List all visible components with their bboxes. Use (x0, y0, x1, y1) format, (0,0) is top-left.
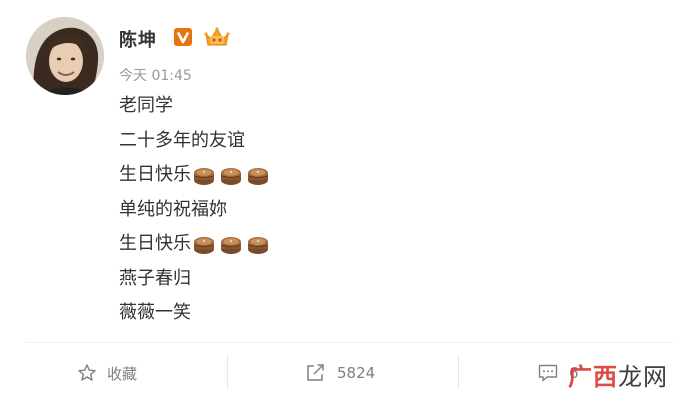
avatar[interactable] (26, 17, 104, 95)
cake-emoji-icon (219, 232, 243, 256)
post-line: 燕子春归 (119, 267, 270, 302)
watermark-part1: 广西 (568, 363, 618, 391)
action-separator (458, 355, 459, 389)
cake-emoji-icon (192, 163, 216, 187)
post-time[interactable]: 今天 01:45 (119, 65, 192, 85)
post-line: 老同学 (119, 94, 270, 129)
favorite-button[interactable]: 收藏 (77, 343, 137, 403)
watermark-part2: 龙网 (618, 363, 668, 391)
post-content: 老同学 二十多年的友谊 生日快乐 单纯的祝福妳 生日快乐 燕子春归 薇薇一笑 (119, 94, 270, 336)
comment-icon (538, 364, 558, 382)
share-icon (307, 364, 324, 381)
post-line: 薇薇一笑 (119, 301, 270, 336)
cake-emoji-group (192, 163, 270, 187)
star-icon (78, 364, 96, 381)
post-line: 生日快乐 (119, 163, 270, 198)
post-line-text: 二十多年的友谊 (119, 129, 245, 151)
cake-emoji-icon (219, 163, 243, 187)
cake-emoji-icon (246, 163, 270, 187)
post-line-text: 燕子春归 (119, 267, 191, 289)
member-crown-icon[interactable] (204, 26, 230, 48)
post-line-text: 薇薇一笑 (119, 302, 191, 323)
favorite-label: 收藏 (107, 364, 138, 383)
post-line-text: 老同学 (119, 95, 173, 116)
post-line-text: 生日快乐 (119, 233, 191, 254)
cake-emoji-group (192, 232, 270, 256)
post-line: 单纯的祝福妳 (119, 198, 270, 233)
share-button[interactable]: 5824 (305, 343, 375, 403)
cake-emoji-icon (192, 232, 216, 256)
post-line-text: 单纯的祝福妳 (119, 198, 227, 220)
username[interactable]: 陈坤 (119, 26, 157, 52)
watermark: 广西龙网 (568, 357, 668, 392)
post-line: 二十多年的友谊 (119, 129, 270, 164)
action-separator (227, 355, 228, 389)
cake-emoji-icon (246, 232, 270, 256)
verified-v-icon (174, 28, 192, 46)
share-count: 5824 (337, 364, 376, 382)
post-line: 生日快乐 (119, 232, 270, 267)
post-line-text: 生日快乐 (119, 164, 191, 185)
avatar-image (26, 17, 104, 95)
